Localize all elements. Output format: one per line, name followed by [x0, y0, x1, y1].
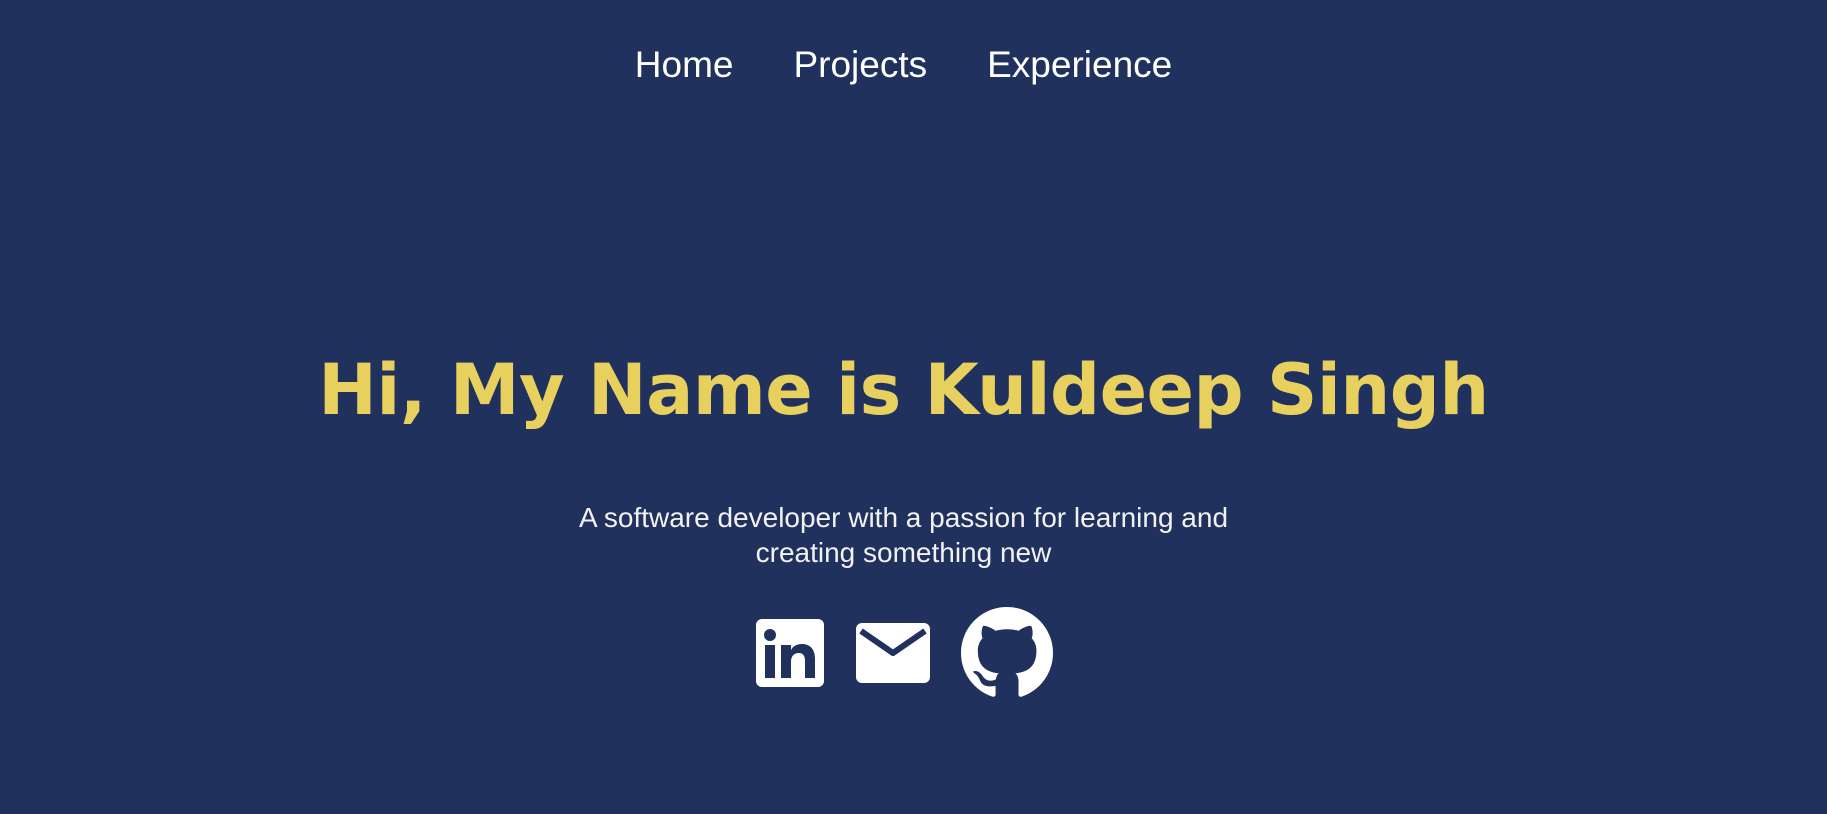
linkedin-icon: [755, 619, 824, 687]
social-links: [0, 607, 1817, 699]
mail-icon: [855, 623, 930, 683]
nav-link-projects[interactable]: Projects: [793, 40, 927, 90]
linkedin-link[interactable]: [755, 618, 825, 688]
main-nav: Home Projects Experience: [0, 40, 1817, 90]
hero-subtitle-line-2: creating something new: [755, 537, 1052, 568]
nav-link-home[interactable]: Home: [635, 40, 734, 90]
nav-link-experience[interactable]: Experience: [987, 40, 1172, 90]
hero-title: Hi, My Name is Kuldeep Singh: [318, 349, 1489, 431]
github-link[interactable]: [960, 607, 1053, 699]
hero-subtitle: A software developer with a passion for …: [0, 500, 1817, 570]
hero-subtitle-line-1: A software developer with a passion for …: [578, 502, 1229, 533]
github-icon: [960, 607, 1053, 697]
mail-link[interactable]: [855, 622, 931, 684]
